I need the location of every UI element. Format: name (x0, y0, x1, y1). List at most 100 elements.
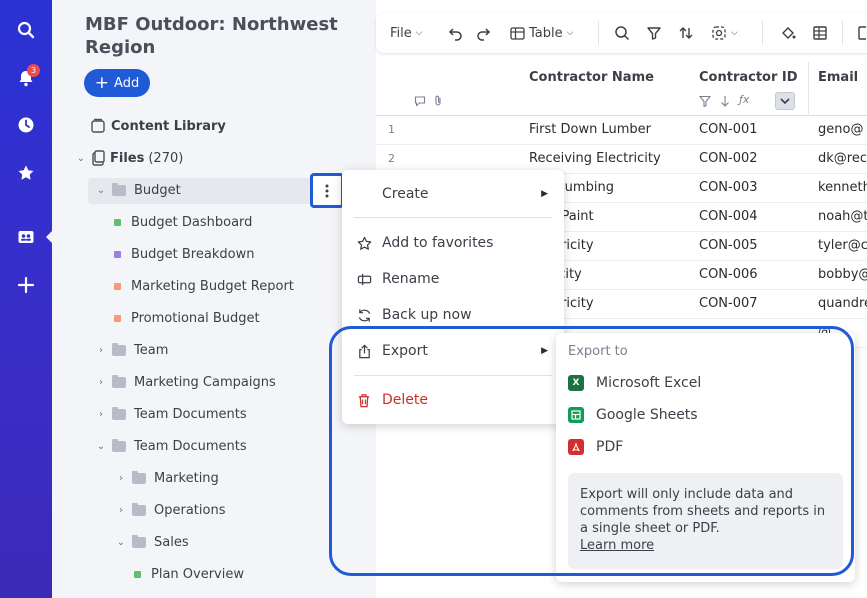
redo-button[interactable] (475, 13, 491, 53)
clock-icon[interactable] (14, 113, 38, 137)
cell-contractor-id[interactable]: CON-004 (699, 209, 758, 224)
rename-icon (356, 271, 372, 287)
share-icon (356, 343, 372, 359)
undo-button[interactable] (448, 13, 464, 53)
fill-color-button[interactable] (780, 13, 796, 53)
export-google-sheets-option[interactable]: Google Sheets (568, 403, 698, 427)
cell-email[interactable]: geno@ (818, 122, 863, 137)
chevron-right-icon[interactable]: › (94, 409, 108, 420)
tree-folder-team[interactable]: › Team (94, 338, 168, 362)
learn-more-link[interactable]: Learn more (580, 537, 831, 554)
ai-tools-button[interactable]: ⌵ (711, 13, 738, 53)
chevron-right-icon[interactable]: › (94, 377, 108, 388)
cell-contractor-id[interactable]: CON-002 (699, 151, 758, 166)
more-options-button[interactable] (310, 173, 344, 208)
tree-item-plan-overview[interactable]: Plan Overview (134, 562, 244, 586)
formula-icon[interactable]: ƒx (739, 93, 749, 106)
menu-item-rename[interactable]: Rename (342, 263, 564, 295)
column-header-contractor-name[interactable]: Contractor Name (529, 70, 654, 85)
menu-item-delete[interactable]: Delete (342, 384, 564, 416)
tree-folder-marketing-campaigns[interactable]: › Marketing Campaigns (94, 370, 276, 394)
redo-icon (477, 28, 491, 41)
filter-button[interactable] (646, 13, 662, 53)
content-library-item[interactable]: Content Library (90, 114, 226, 138)
column-header-contractor-id[interactable]: Contractor ID (699, 70, 798, 85)
menu-item-export[interactable]: Export ▶ (342, 335, 564, 367)
menu-item-label: Delete (382, 392, 428, 408)
plus-icon: + (94, 72, 110, 93)
search-icon[interactable] (14, 18, 38, 42)
context-menu: Create ▶ Add to favorites Rename Back up… (342, 170, 564, 424)
chevron-down-icon[interactable]: ⌄ (114, 537, 128, 548)
cell-contractor-id[interactable]: CON-006 (699, 267, 758, 282)
table-row[interactable]: 1 First Down Lumber CON-001 geno@ (376, 116, 867, 145)
caret-right-icon: ▶ (541, 189, 548, 199)
tree-item-marketing-budget-report[interactable]: Marketing Budget Report (114, 274, 294, 298)
workspace-title: MBF Outdoor: Northwest Region (85, 14, 338, 58)
cell-email[interactable]: quandre (818, 296, 867, 311)
view-switcher[interactable]: Table ⌵ (510, 13, 573, 53)
cell-contractor-id[interactable]: CON-005 (699, 238, 758, 253)
cell-contractor-id[interactable]: CON-001 (699, 122, 758, 137)
tree-folder-team-documents[interactable]: › Team Documents (94, 402, 247, 426)
trash-icon (356, 392, 372, 408)
chevron-right-icon[interactable]: › (114, 505, 128, 516)
column-header-email[interactable]: Email (818, 70, 858, 85)
menu-divider (354, 375, 552, 376)
chevron-down-icon: ⌵ (731, 28, 738, 38)
chevron-down-icon[interactable]: ⌄ (94, 441, 108, 452)
tree-item-budget-breakdown[interactable]: Budget Breakdown (114, 242, 254, 266)
caret-right-icon: ▶ (541, 346, 548, 356)
tree-folder-marketing[interactable]: › Marketing (114, 466, 219, 490)
sheet-icon (114, 282, 121, 290)
comment-icon[interactable] (414, 95, 426, 107)
cell-email[interactable]: kenneth (818, 180, 867, 195)
folder-icon (112, 438, 126, 452)
chevron-down-icon[interactable]: ⌄ (74, 153, 88, 164)
tree-item-label: Marketing Budget Report (131, 278, 294, 294)
plus-icon[interactable] (14, 273, 38, 297)
tree-item-label: Budget Breakdown (131, 246, 255, 262)
tree-folder-budget[interactable]: ⌄ Budget (94, 178, 181, 202)
search-icon (615, 26, 630, 41)
chevron-down-icon: ⌵ (415, 28, 423, 38)
cell-email[interactable]: dk@rec (818, 151, 867, 166)
tree-folder-team-documents-expanded[interactable]: ⌄ Team Documents (94, 434, 247, 458)
sort-button[interactable] (678, 13, 694, 53)
star-icon[interactable] (14, 161, 38, 185)
cell-email[interactable]: noah@t (818, 209, 867, 224)
chevron-right-icon[interactable]: › (114, 473, 128, 484)
menu-item-add-to-favorites[interactable]: Add to favorites (342, 227, 564, 259)
tree-item-label: Marketing (154, 470, 219, 486)
tree-item-promotional-budget[interactable]: Promotional Budget (114, 306, 260, 330)
column-menu-button[interactable] (775, 92, 795, 110)
chevron-down-icon[interactable]: ⌄ (94, 185, 108, 196)
filter-icon[interactable] (699, 95, 711, 107)
cell-email[interactable]: bobby@ (818, 267, 867, 282)
cell-email[interactable]: tyler@c (818, 238, 867, 253)
menu-item-create[interactable]: Create ▶ (342, 178, 564, 210)
more-tools-button[interactable] (858, 13, 866, 53)
export-pdf-option[interactable]: PDF (568, 435, 623, 459)
chevron-right-icon[interactable]: › (94, 345, 108, 356)
row-number: 1 (388, 123, 395, 136)
workspaces-icon[interactable] (14, 225, 38, 249)
tree-folder-operations[interactable]: › Operations (114, 498, 225, 522)
menu-item-back-up-now[interactable]: Back up now (342, 299, 564, 331)
format-grid-button[interactable] (812, 13, 828, 53)
tree-folder-sales[interactable]: ⌄ Sales (114, 530, 189, 554)
search-button[interactable] (614, 13, 630, 53)
cell-contractor-name[interactable]: First Down Lumber (529, 122, 651, 137)
export-excel-option[interactable]: X Microsoft Excel (568, 371, 701, 395)
undo-icon (448, 28, 462, 41)
cell-contractor-id[interactable]: CON-003 (699, 180, 758, 195)
attachment-icon[interactable] (433, 95, 443, 107)
files-item[interactable]: ⌄ Files (270) (74, 146, 183, 170)
add-button[interactable]: + Add (84, 69, 150, 97)
sort-down-icon[interactable] (719, 95, 731, 107)
file-menu-button[interactable]: File ⌵ (390, 13, 423, 53)
cell-contractor-id[interactable]: CON-007 (699, 296, 758, 311)
tree-item-label: Promotional Budget (131, 310, 260, 326)
tree-item-budget-dashboard[interactable]: Budget Dashboard (114, 210, 252, 234)
cell-contractor-name[interactable]: Receiving Electricity (529, 151, 661, 166)
